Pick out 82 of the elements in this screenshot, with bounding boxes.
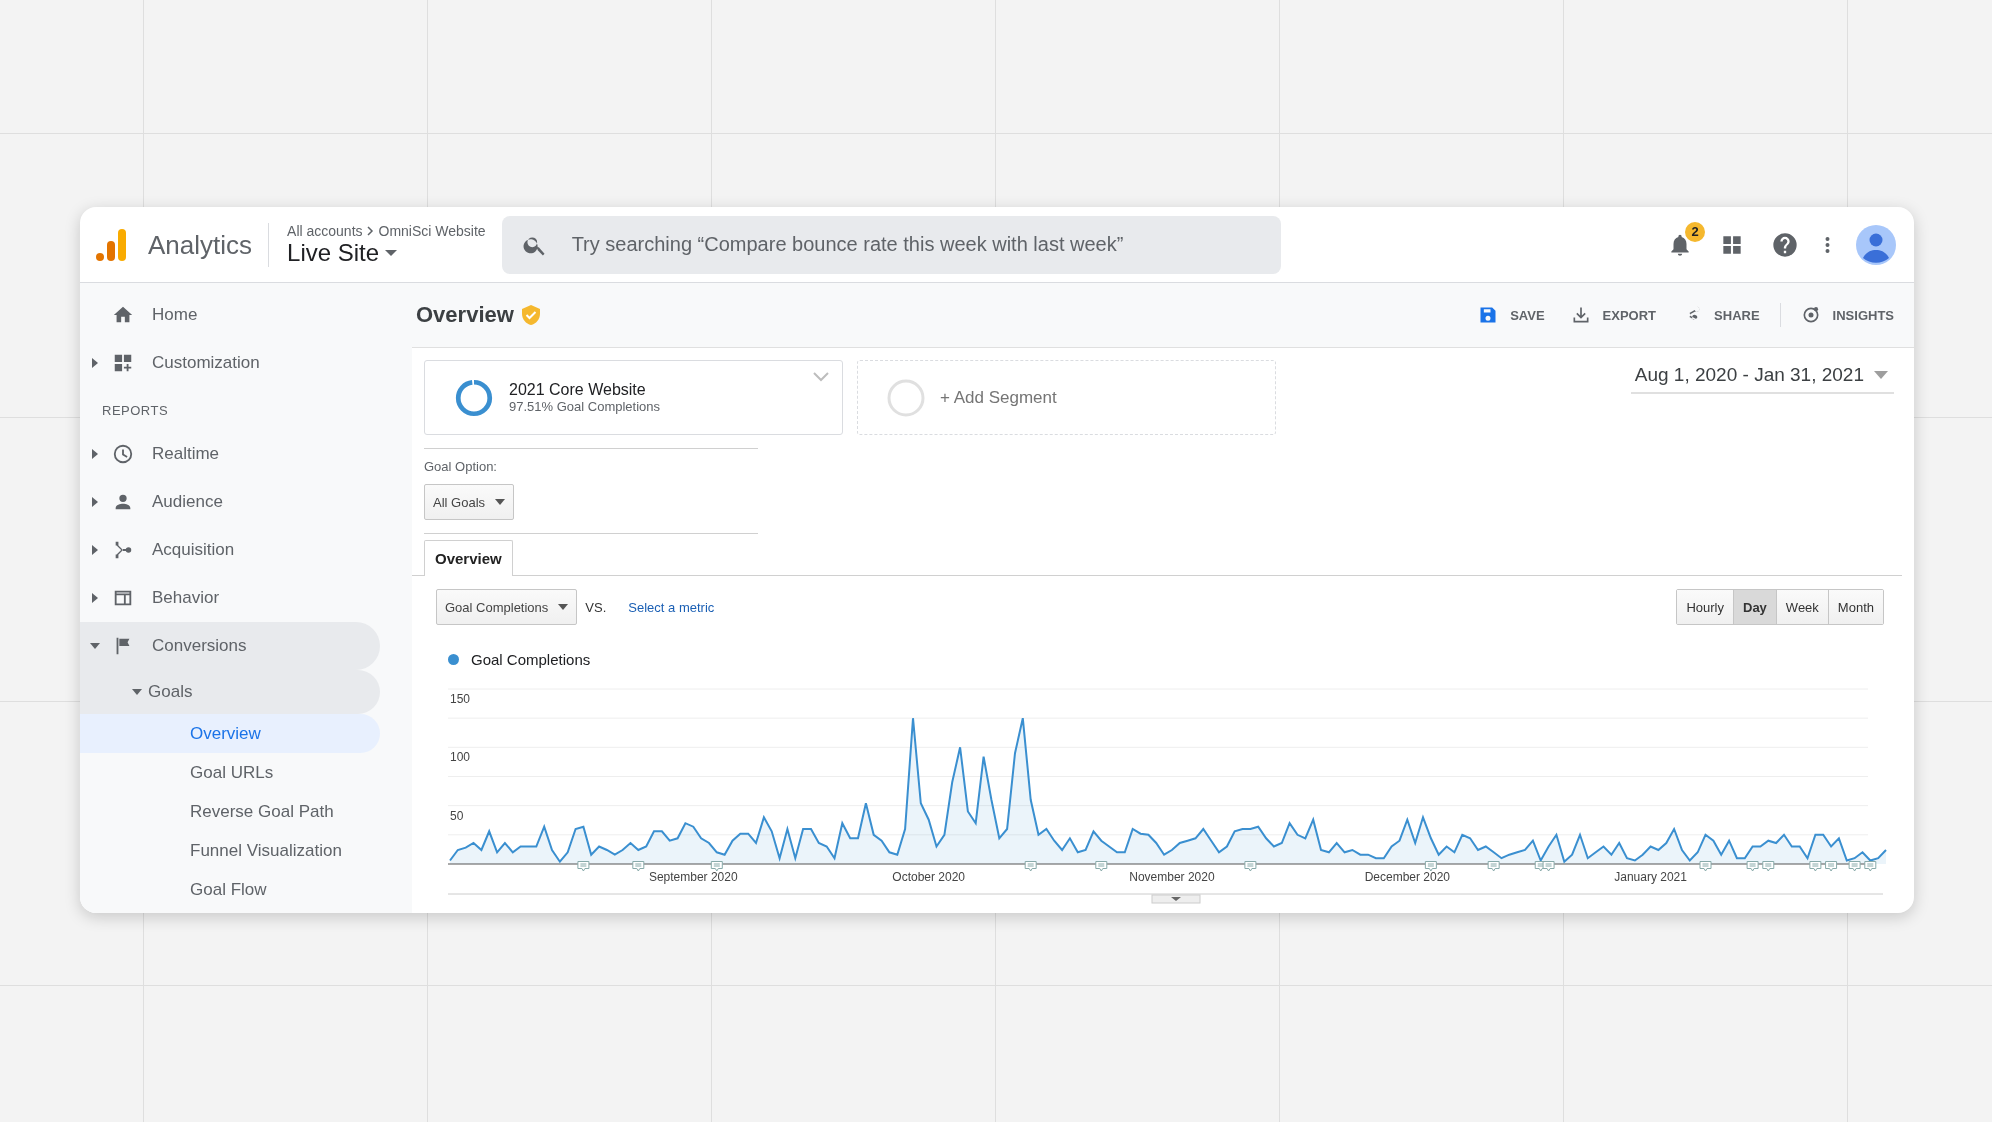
annotation-icon[interactable] <box>1424 861 1437 872</box>
period-button[interactable]: Day <box>1733 590 1776 624</box>
chevron-icon <box>812 371 830 383</box>
nav-item[interactable]: Goal Flow <box>80 870 380 909</box>
caret-icon <box>495 499 506 505</box>
axis-label: November 2020 <box>1129 870 1215 884</box>
annotation-icon[interactable] <box>1809 861 1822 872</box>
vs-label: VS. <box>585 599 607 615</box>
nav-item[interactable]: Conversions <box>80 622 380 670</box>
goal-select[interactable]: All Goals <box>424 484 515 520</box>
annotation-icon[interactable] <box>1746 861 1759 872</box>
more-button[interactable] <box>1825 235 1830 254</box>
nav-item[interactable]: Reverse Goal Path <box>80 792 380 831</box>
axis-label: 50 <box>450 808 464 823</box>
nav-item[interactable]: Funnel Visualization <box>80 831 380 870</box>
metric-select[interactable]: Goal Completions <box>436 589 578 625</box>
nav-item[interactable]: Goal URLs <box>80 753 380 792</box>
period-button[interactable]: Hourly <box>1677 590 1733 624</box>
section-heading: REPORTS <box>101 402 170 420</box>
annotation-icon[interactable] <box>1095 861 1108 872</box>
account-avatar[interactable] <box>1856 224 1896 265</box>
notification-count: 2 <box>1685 221 1705 242</box>
caret-icon <box>385 248 398 257</box>
annotation-icon[interactable] <box>1825 861 1838 872</box>
annotation-icon[interactable] <box>1762 861 1775 872</box>
nav-item[interactable]: Acquisition <box>80 526 380 574</box>
nav-item[interactable]: Customization <box>80 339 380 387</box>
annotation-icon[interactable] <box>710 861 723 872</box>
dashboard-icon <box>112 352 134 374</box>
toolbar-button[interactable]: SAVE <box>1478 305 1545 325</box>
caret-icon <box>558 604 569 610</box>
property-selector[interactable]: Live Site <box>287 238 486 267</box>
save-icon <box>1478 305 1499 325</box>
legend-label: Goal Completions <box>471 651 591 668</box>
breadcrumb-link[interactable]: All accounts <box>287 222 363 239</box>
annotation-icon[interactable] <box>1024 861 1037 872</box>
annotation-icon[interactable] <box>1542 861 1555 872</box>
more-icon <box>1825 235 1830 254</box>
date-range-picker[interactable]: Aug 1, 2020 - Jan 31, 2021 <box>1630 364 1894 394</box>
annotation-icon[interactable] <box>632 861 645 872</box>
select-metric-link[interactable]: Select a metric <box>628 599 715 615</box>
annotation-icon[interactable] <box>1699 861 1712 872</box>
search-field[interactable]: Try searching “Compare bounce rate this week with last week” <box>501 215 1281 274</box>
caret-icon <box>1874 371 1888 379</box>
add-segment-card[interactable]: + Add Segment <box>857 360 1276 435</box>
help-icon <box>1771 230 1799 259</box>
tab[interactable]: Overview <box>424 540 513 576</box>
annotation-icon[interactable] <box>1864 861 1877 872</box>
breadcrumb-link[interactable]: OmniSci Website <box>378 222 486 239</box>
toolbar-button[interactable]: SHARE <box>1682 305 1760 325</box>
page-title: Overview <box>416 302 514 328</box>
help-button[interactable] <box>1771 230 1799 259</box>
nav-item[interactable]: Overview <box>80 714 380 753</box>
chevron-icon <box>366 225 375 236</box>
nav-item[interactable]: Behavior <box>80 574 380 622</box>
empty-ring-icon <box>886 377 926 418</box>
toolbar-button[interactable]: INSIGHTS <box>1800 305 1894 325</box>
axis-label: 100 <box>450 750 471 765</box>
annotation-icon[interactable] <box>1848 861 1861 872</box>
segment-detail: 97.51% Goal Completions <box>509 399 661 414</box>
field-label: Goal Option: <box>424 459 498 474</box>
annotation-icon[interactable] <box>1244 861 1257 872</box>
product-name: Analytics <box>148 222 270 267</box>
axis-label: December 2020 <box>1364 870 1451 884</box>
nav-item[interactable]: Audience <box>80 478 380 526</box>
nav-item[interactable]: Home <box>80 291 380 339</box>
verified-shield-icon <box>521 305 540 325</box>
period-button[interactable]: Week <box>1775 590 1828 624</box>
clock-icon <box>112 443 134 465</box>
annotation-icon[interactable] <box>577 861 590 872</box>
segment-card[interactable]: 2021 Core Website 97.51% Goal Completions <box>424 360 843 435</box>
period-button[interactable]: Month <box>1827 590 1883 624</box>
toolbar-button[interactable]: EXPORT <box>1570 305 1657 325</box>
segment-name: 2021 Core Website <box>509 381 647 399</box>
nav-item[interactable]: Realtime <box>80 430 380 478</box>
axis-label: January 2021 <box>1614 870 1687 884</box>
axis-label: October 2020 <box>892 870 966 884</box>
collapse-handle[interactable] <box>1151 894 1201 904</box>
axis-label: September 2020 <box>648 870 738 884</box>
annotation-icon[interactable] <box>1487 861 1500 872</box>
nav-item[interactable]: Goals <box>80 670 380 714</box>
axis-label: 150 <box>450 692 471 706</box>
